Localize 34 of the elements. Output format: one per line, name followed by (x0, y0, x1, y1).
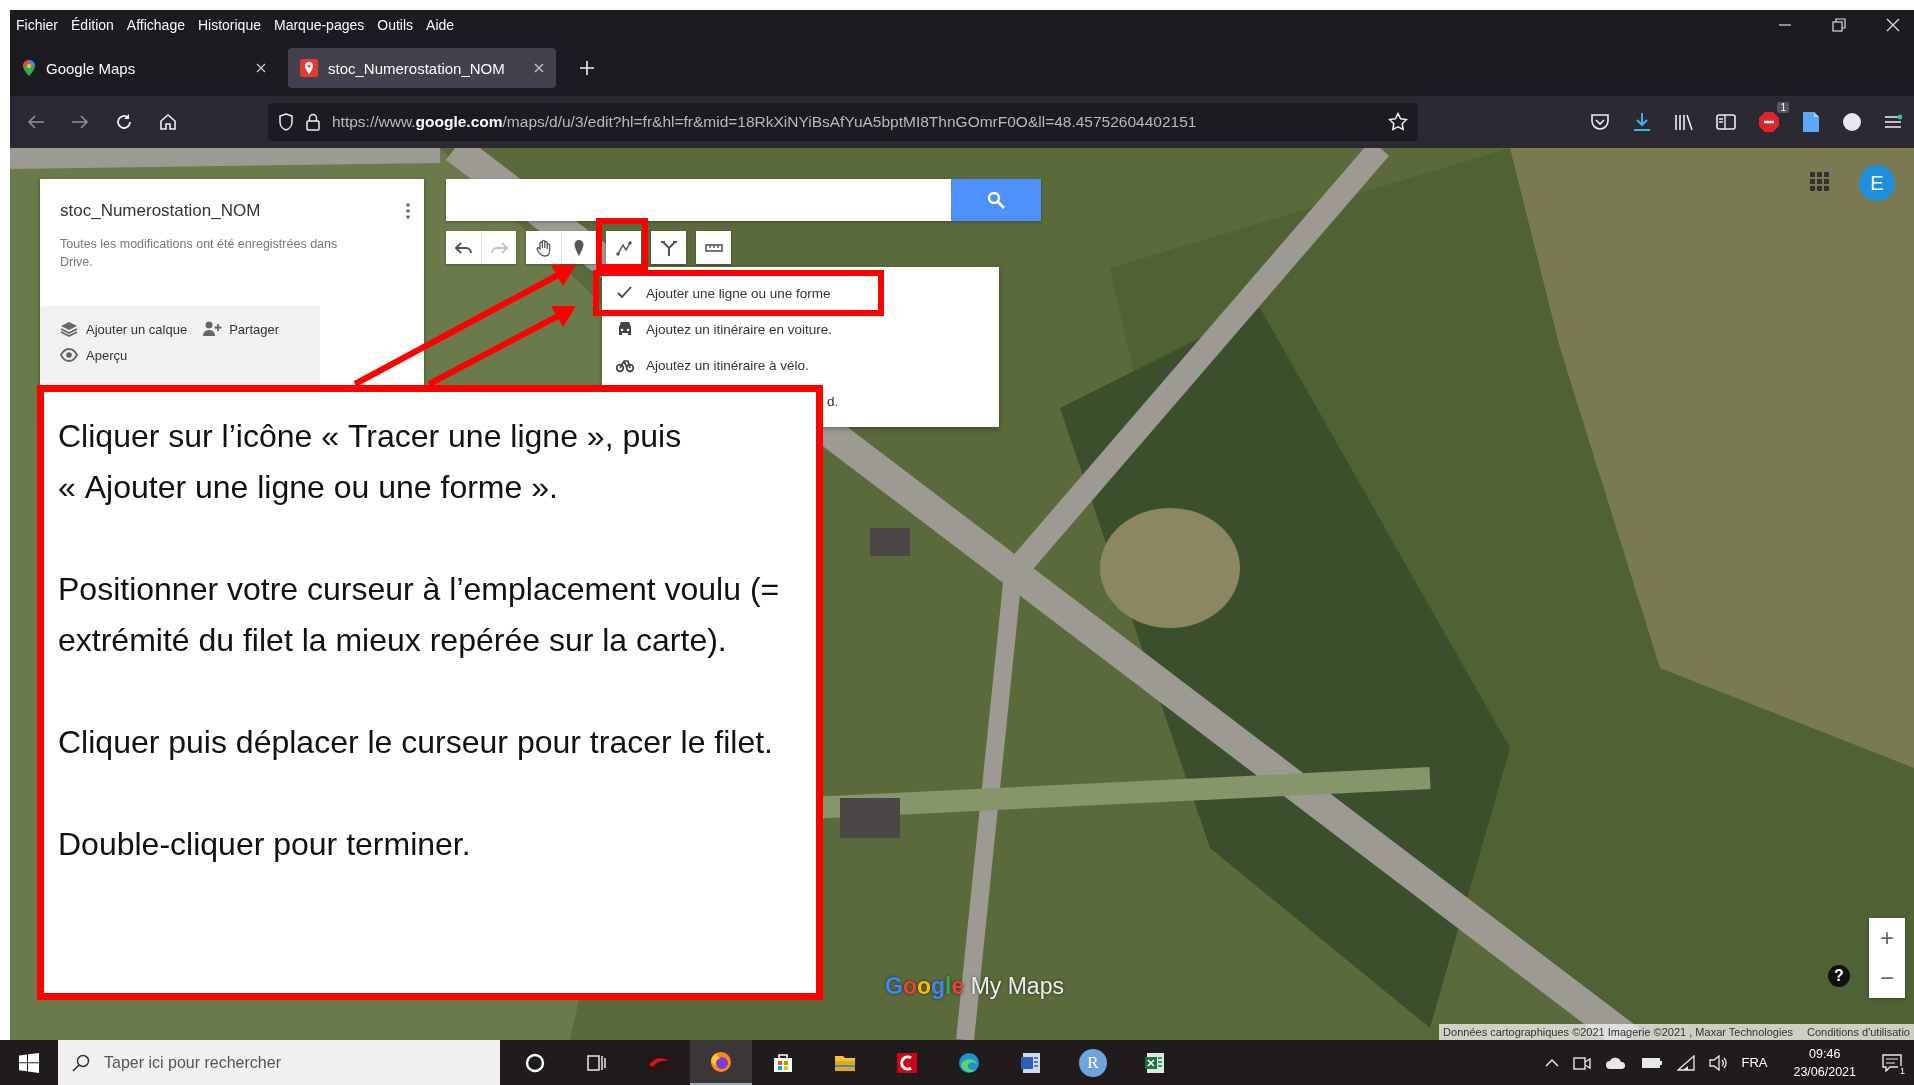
menu-item[interactable]: Ajouter une ligne ou une forme (616, 281, 831, 305)
clock-date: 23/06/2021 (1793, 1063, 1856, 1081)
menu-item[interactable]: Fichier (16, 17, 58, 33)
map-title: stoc_Numerostation_NOM (60, 201, 262, 221)
zoom-out-button[interactable]: − (1869, 958, 1905, 998)
menu-item[interactable]: d. (827, 389, 839, 413)
menu-item[interactable]: Outils (377, 17, 414, 33)
clock-time: 09:46 (1809, 1045, 1841, 1063)
taskbar-search-field[interactable]: Taper ici pour rechercher (58, 1040, 500, 1085)
letter-icon: R (1079, 1048, 1107, 1077)
menu-item[interactable]: Historique (197, 17, 261, 33)
menu-item[interactable]: Marque-pages (274, 17, 365, 33)
share-button[interactable]: Partager (203, 318, 280, 340)
map-attribution: Données cartographiques ©2021 Imagerie ©2021 , Maxar Technologies (1443, 1026, 1793, 1038)
menu-item[interactable]: Ajoutez un itinéraire à vélo. (616, 353, 809, 377)
save-status: Toutes les modifications ont été enregistrées dans Drive. (59, 236, 339, 271)
add-layer-button[interactable]: Ajouter un calque (60, 318, 188, 340)
browser-tab[interactable]: Google Maps (10, 48, 278, 88)
language-indicator[interactable]: FRA (1741, 1055, 1768, 1070)
menu-item[interactable]: Ajoutez un itinéraire en voiture. (616, 317, 833, 341)
terms-link[interactable]: Conditions d'utilisatio (1807, 1026, 1910, 1038)
menu-item[interactable]: Édition (71, 17, 114, 33)
instruction-text: Cliquer puis déplacer le curseur pour tracer le filet. (58, 723, 774, 762)
notification-count: 1 (1898, 1065, 1907, 1076)
instruction-text: Double-cliquer pour terminer. (58, 825, 472, 864)
instruction-text: Cliquer sur l’icône « Tracer une ligne », puis « Ajouter une ligne ou une forme ». (58, 417, 683, 507)
instruction-text: Positionner votre curseur à l’emplacement voulu (= extrémité du filet la mieux repérée sur la carte). (58, 570, 781, 660)
zoom-in-button[interactable]: + (1869, 918, 1905, 958)
address-field[interactable]: https://www.google.com/maps/d/u/3/edit?hl=fr&hl=fr&mid=18RkXiNYiBsAfYuA5bptMI8ThnGOmrF0O&ll=48.45752604402151 (268, 103, 1418, 141)
menu-item[interactable]: Affichage (126, 17, 185, 33)
browser-tab[interactable]: stoc_Numerostation_NOM (288, 48, 556, 88)
preview-button[interactable]: Aperçu (60, 344, 128, 366)
count-badge: 1 (1777, 102, 1789, 113)
menu-item[interactable]: Aide (426, 17, 455, 33)
